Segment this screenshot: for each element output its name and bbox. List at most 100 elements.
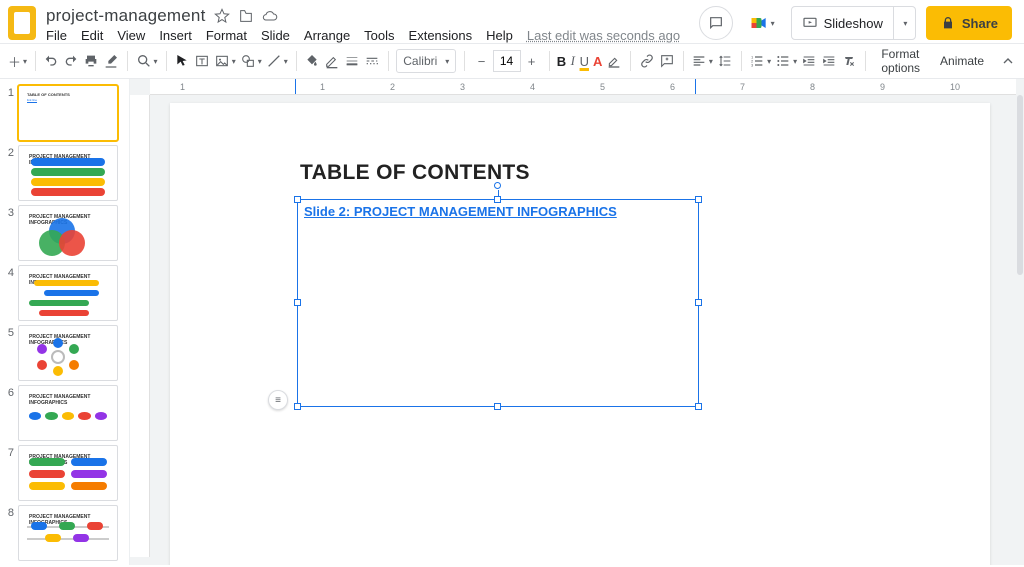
- slideshow-label: Slideshow: [824, 16, 883, 31]
- image-tool[interactable]: ▾: [214, 49, 236, 73]
- svg-text:3: 3: [751, 62, 754, 67]
- border-dash-button[interactable]: [364, 49, 380, 73]
- meet-button[interactable]: ▾: [743, 6, 781, 40]
- align-button[interactable]: ▾: [691, 49, 713, 73]
- ruler-indent-left[interactable]: [295, 79, 296, 94]
- menu-format[interactable]: Format: [206, 28, 247, 43]
- slide-canvas[interactable]: TABLE OF CONTENTS Slide 2: PROJECT MANAG…: [170, 103, 990, 565]
- slide-thumb-3[interactable]: PROJECT MANAGEMENT INFOGRAPHICS: [18, 205, 118, 261]
- thumb-number: 1: [4, 85, 14, 99]
- horizontal-ruler[interactable]: 1 1 2 3 4 5 6 7 8 9 10: [150, 79, 1016, 95]
- menu-file[interactable]: File: [46, 28, 67, 43]
- slide-thumb-2[interactable]: PROJECT MANAGEMENT INFOGRAPHICS: [18, 145, 118, 201]
- insert-link-button[interactable]: [639, 49, 655, 73]
- vertical-scrollbar[interactable]: [1016, 95, 1024, 565]
- zoom-button[interactable]: ▾: [136, 49, 158, 73]
- collapse-toolbar-button[interactable]: [1000, 49, 1016, 73]
- undo-button[interactable]: [43, 49, 59, 73]
- text-color-button[interactable]: A: [593, 49, 602, 73]
- ruler-indent-right[interactable]: [695, 79, 696, 94]
- menu-edit[interactable]: Edit: [81, 28, 103, 43]
- insert-comment-button[interactable]: [659, 49, 675, 73]
- resize-handle-br[interactable]: [695, 403, 702, 410]
- chevron-down-icon: ▾: [771, 19, 775, 28]
- thumb-number: 7: [4, 445, 14, 459]
- slide-thumb-5[interactable]: PROJECT MANAGEMENT INFOGRAPHICS: [18, 325, 118, 381]
- underline-button[interactable]: U: [580, 49, 589, 73]
- font-size-decrease[interactable]: −: [473, 50, 491, 72]
- chevron-up-icon: [1000, 53, 1016, 69]
- format-options-button[interactable]: Format options: [873, 49, 928, 73]
- cloud-saved-icon[interactable]: [262, 8, 278, 24]
- clear-formatting-button[interactable]: [841, 49, 857, 73]
- textbox-tool[interactable]: [194, 49, 210, 73]
- selected-textbox[interactable]: Slide 2: PROJECT MANAGEMENT INFOGRAPHICS…: [297, 199, 699, 407]
- thumb-number: 8: [4, 505, 14, 519]
- menu-extensions[interactable]: Extensions: [409, 28, 473, 43]
- workspace: 1 TABLE OF CONTENTS link line 2 PROJECT …: [0, 79, 1024, 565]
- line-tool[interactable]: ▾: [266, 49, 288, 73]
- font-size-input[interactable]: [493, 50, 521, 72]
- last-edit-link[interactable]: Last edit was seconds ago: [527, 28, 680, 43]
- lock-icon: [940, 15, 956, 31]
- document-name[interactable]: project-management: [46, 6, 206, 26]
- resize-handle-tm[interactable]: [494, 196, 501, 203]
- animate-button[interactable]: Animate: [932, 49, 992, 73]
- menu-bar: File Edit View Insert Format Slide Arran…: [46, 28, 699, 43]
- font-family-select[interactable]: Calibri▾: [396, 49, 456, 73]
- slide-thumb-8[interactable]: PROJECT MANAGEMENT INFOGRAPHICS: [18, 505, 118, 561]
- menu-slide[interactable]: Slide: [261, 28, 290, 43]
- select-tool[interactable]: [174, 49, 190, 73]
- menu-view[interactable]: View: [117, 28, 145, 43]
- italic-button[interactable]: I: [570, 49, 575, 73]
- menu-tools[interactable]: Tools: [364, 28, 394, 43]
- rotate-handle[interactable]: [494, 182, 501, 189]
- move-icon[interactable]: [238, 8, 254, 24]
- border-color-button[interactable]: [324, 49, 340, 73]
- menu-help[interactable]: Help: [486, 28, 513, 43]
- border-weight-button[interactable]: [344, 49, 360, 73]
- scrollbar-thumb[interactable]: [1017, 95, 1023, 275]
- indent-increase-button[interactable]: [821, 49, 837, 73]
- comment-history-button[interactable]: [699, 6, 733, 40]
- thumb-number: 4: [4, 265, 14, 279]
- redo-button[interactable]: [63, 49, 79, 73]
- indent-decrease-button[interactable]: [801, 49, 817, 73]
- slide-thumb-6[interactable]: PROJECT MANAGEMENT INFOGRAPHICS: [18, 385, 118, 441]
- bulleted-list-button[interactable]: ▾: [775, 49, 797, 73]
- bold-button[interactable]: B: [557, 49, 566, 73]
- line-spacing-button[interactable]: [717, 49, 733, 73]
- slide-thumb-7[interactable]: PROJECT MANAGEMENT INFOGRAPHICS: [18, 445, 118, 501]
- thumb-number: 3: [4, 205, 14, 219]
- resize-handle-tl[interactable]: [294, 196, 301, 203]
- menu-arrange[interactable]: Arrange: [304, 28, 350, 43]
- star-icon[interactable]: [214, 8, 230, 24]
- print-button[interactable]: [83, 49, 99, 73]
- slide-thumb-4[interactable]: PROJECT MANAGEMENT INFOGRAPHICS: [18, 265, 118, 321]
- resize-handle-ml[interactable]: [294, 299, 301, 306]
- toc-link[interactable]: Slide 2: PROJECT MANAGEMENT INFOGRAPHICS: [298, 200, 623, 221]
- paint-format-button[interactable]: [103, 49, 119, 73]
- new-slide-button[interactable]: ＋▾: [8, 49, 27, 73]
- slide-thumb-1[interactable]: TABLE OF CONTENTS link line: [18, 85, 118, 141]
- slideshow-options-button[interactable]: ▾: [893, 7, 915, 39]
- thumb-number: 6: [4, 385, 14, 399]
- resize-handle-bl[interactable]: [294, 403, 301, 410]
- toolbar: ＋▾ ▾ ▾ ▾ ▾ Calibri▾ − + B I U A ▾ 123▾ ▾…: [0, 43, 1024, 79]
- shape-tool[interactable]: ▾: [240, 49, 262, 73]
- menu-insert[interactable]: Insert: [159, 28, 192, 43]
- resize-handle-tr[interactable]: [695, 196, 702, 203]
- highlight-color-button[interactable]: [606, 49, 622, 73]
- slide-panel[interactable]: 1 TABLE OF CONTENTS link line 2 PROJECT …: [0, 79, 130, 565]
- resize-handle-mr[interactable]: [695, 299, 702, 306]
- autofit-button[interactable]: ≡: [268, 390, 288, 410]
- fill-color-button[interactable]: [304, 49, 320, 73]
- slideshow-button[interactable]: Slideshow ▾: [791, 6, 916, 40]
- resize-handle-bm[interactable]: [494, 403, 501, 410]
- share-button[interactable]: Share: [926, 6, 1012, 40]
- vertical-ruler[interactable]: [130, 95, 150, 557]
- numbered-list-button[interactable]: 123▾: [749, 49, 771, 73]
- font-size-increase[interactable]: +: [523, 50, 541, 72]
- canvas-area[interactable]: 1 1 2 3 4 5 6 7 8 9 10 TABLE OF CONTENTS…: [130, 79, 1024, 565]
- slides-logo[interactable]: [8, 6, 36, 40]
